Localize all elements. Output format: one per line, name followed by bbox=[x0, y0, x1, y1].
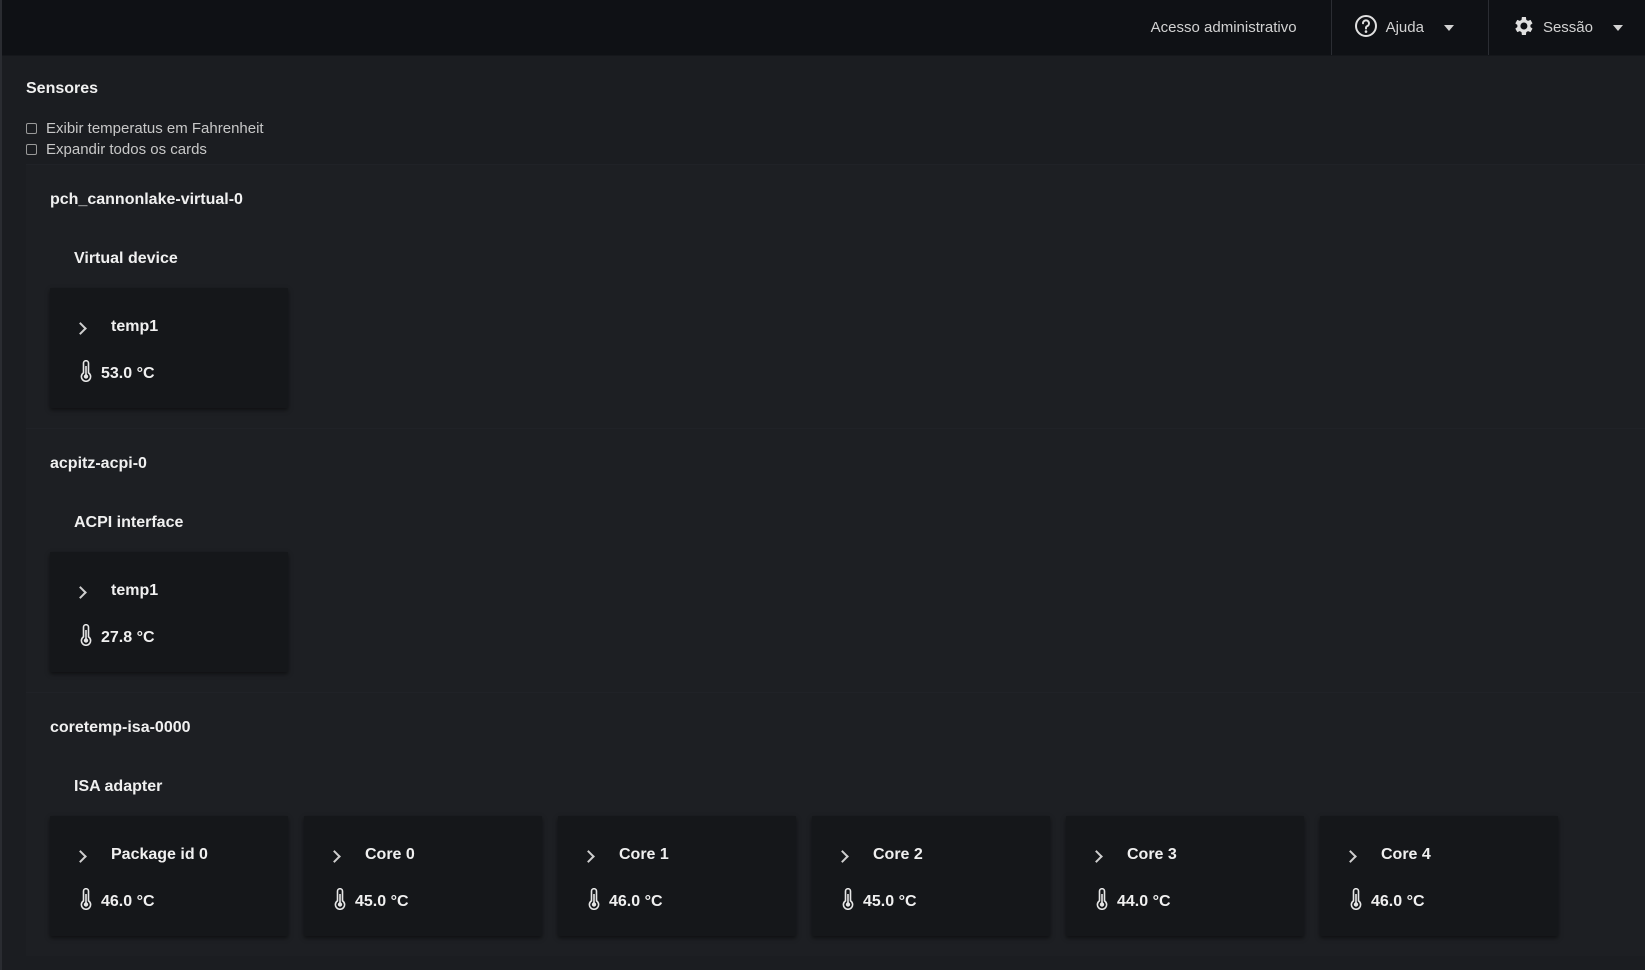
chevron-right-icon[interactable] bbox=[1344, 850, 1357, 863]
sensor-label: Core 2 bbox=[873, 846, 923, 863]
checkbox-box[interactable] bbox=[26, 123, 37, 134]
device-sections: pch_cannonlake-virtual-0 Virtual device te… bbox=[26, 164, 1645, 956]
session-label: Sessão bbox=[1542, 19, 1593, 36]
adapter-name: ACPI interface bbox=[74, 514, 184, 531]
help-label: Ajuda bbox=[1385, 19, 1424, 36]
sensor-value: 46.0 °C bbox=[1371, 892, 1425, 910]
sensor-label: temp1 bbox=[111, 582, 159, 599]
sensor-value: 46.0 °C bbox=[101, 892, 155, 910]
adapter-name: ISA adapter bbox=[74, 778, 163, 795]
sensor-value: 45.0 °C bbox=[863, 892, 917, 910]
sensor-value: 44.0 °C bbox=[1117, 892, 1171, 910]
help-menu-button[interactable]: Ajuda bbox=[1332, 0, 1488, 55]
chevron-right-icon[interactable] bbox=[328, 850, 341, 863]
thermometer-icon bbox=[1349, 887, 1371, 915]
device-name: coretemp-isa-0000 bbox=[50, 719, 191, 736]
sensor-card-header[interactable]: Core 0 bbox=[328, 844, 542, 866]
sensor-card[interactable]: Core 2 45.0 °C bbox=[812, 816, 1050, 936]
sensor-card-header[interactable]: Core 2 bbox=[836, 844, 1050, 866]
chevron-right-icon[interactable] bbox=[836, 850, 849, 863]
device-section: coretemp-isa-0000 ISA adapter Package id 0… bbox=[26, 692, 1645, 956]
sensor-value: 46.0 °C bbox=[609, 892, 663, 910]
sensor-card[interactable]: Core 0 45.0 °C bbox=[304, 816, 542, 936]
sensor-reading: 44.0 °C bbox=[1095, 887, 1304, 915]
question-circle-icon bbox=[1354, 14, 1378, 42]
sensor-reading: 46.0 °C bbox=[1349, 887, 1558, 915]
sensor-label: Core 0 bbox=[365, 846, 415, 863]
fahrenheit-checkbox[interactable]: Exibir temperatus em Fahrenheit bbox=[26, 118, 1645, 139]
sensor-label: Package id 0 bbox=[111, 846, 208, 863]
main-content: Sensores Exibir temperatus em Fahrenheit… bbox=[2, 56, 1645, 956]
sensor-card-list: Package id 0 46.0 °C Core 0 45.0 °C Core 1 46… bbox=[50, 816, 1645, 936]
app-window: Acesso administrativo Ajuda Sessão Senso… bbox=[0, 0, 1645, 970]
chevron-right-icon[interactable] bbox=[74, 322, 87, 335]
thermometer-icon bbox=[79, 887, 101, 915]
admin-access-label: Acesso administrativo bbox=[1150, 19, 1297, 36]
sensor-reading: 46.0 °C bbox=[79, 887, 288, 915]
sensor-label: Core 4 bbox=[1381, 846, 1431, 863]
chevron-right-icon[interactable] bbox=[74, 586, 87, 599]
thermometer-icon bbox=[587, 887, 609, 915]
sensor-card-list: temp1 53.0 °C bbox=[50, 288, 1645, 408]
sensor-card[interactable]: Core 1 46.0 °C bbox=[558, 816, 796, 936]
caret-down-icon bbox=[1443, 24, 1454, 31]
session-menu-button[interactable]: Sessão bbox=[1489, 0, 1645, 55]
sensor-card[interactable]: Package id 0 46.0 °C bbox=[50, 816, 288, 936]
thermometer-icon bbox=[333, 887, 355, 915]
chevron-right-icon[interactable] bbox=[1090, 850, 1103, 863]
sensor-card-header[interactable]: Package id 0 bbox=[74, 844, 288, 866]
sensor-card-list: temp1 27.8 °C bbox=[50, 552, 1645, 672]
thermometer-icon bbox=[841, 887, 863, 915]
sensor-value: 53.0 °C bbox=[101, 364, 155, 382]
thermometer-icon bbox=[79, 359, 101, 387]
sensor-card[interactable]: Core 4 46.0 °C bbox=[1320, 816, 1558, 936]
thermometer-icon bbox=[1095, 887, 1117, 915]
sensor-reading: 45.0 °C bbox=[333, 887, 542, 915]
fahrenheit-checkbox-label: Exibir temperatus em Fahrenheit bbox=[46, 120, 264, 137]
sensor-reading: 27.8 °C bbox=[79, 623, 288, 651]
device-section: acpitz-acpi-0 ACPI interface temp1 27.8 °C bbox=[26, 428, 1645, 692]
thermometer-icon bbox=[79, 623, 101, 651]
sensor-card[interactable]: temp1 53.0 °C bbox=[50, 288, 288, 408]
top-navbar: Acesso administrativo Ajuda Sessão bbox=[2, 0, 1645, 56]
device-section: pch_cannonlake-virtual-0 Virtual device te… bbox=[26, 164, 1645, 428]
page-title: Sensores bbox=[26, 80, 99, 97]
adapter-name: Virtual device bbox=[74, 250, 178, 267]
sensor-reading: 46.0 °C bbox=[587, 887, 796, 915]
device-name: acpitz-acpi-0 bbox=[50, 455, 147, 472]
checkbox-box[interactable] bbox=[26, 144, 37, 155]
sensor-card-header[interactable]: Core 1 bbox=[582, 844, 796, 866]
sensor-label: Core 3 bbox=[1127, 846, 1177, 863]
sensor-value: 27.8 °C bbox=[101, 628, 155, 646]
sensor-label: Core 1 bbox=[619, 846, 669, 863]
sensor-card-header[interactable]: temp1 bbox=[74, 316, 288, 338]
device-name: pch_cannonlake-virtual-0 bbox=[50, 191, 243, 208]
expand-all-checkbox-label: Expandir todos os cards bbox=[46, 141, 207, 158]
sensor-reading: 45.0 °C bbox=[841, 887, 1050, 915]
gear-icon bbox=[1511, 14, 1535, 42]
expand-all-checkbox[interactable]: Expandir todos os cards bbox=[26, 139, 1645, 160]
sensor-card-header[interactable]: Core 4 bbox=[1344, 844, 1558, 866]
sensor-card[interactable]: Core 3 44.0 °C bbox=[1066, 816, 1304, 936]
sensor-label: temp1 bbox=[111, 318, 159, 335]
sensor-card[interactable]: temp1 27.8 °C bbox=[50, 552, 288, 672]
admin-access-button[interactable]: Acesso administrativo bbox=[1129, 0, 1331, 55]
sensor-reading: 53.0 °C bbox=[79, 359, 288, 387]
chevron-right-icon[interactable] bbox=[74, 850, 87, 863]
sensor-card-header[interactable]: Core 3 bbox=[1090, 844, 1304, 866]
caret-down-icon bbox=[1613, 24, 1623, 31]
sensor-card-header[interactable]: temp1 bbox=[74, 580, 288, 602]
chevron-right-icon[interactable] bbox=[582, 850, 595, 863]
sensor-value: 45.0 °C bbox=[355, 892, 409, 910]
